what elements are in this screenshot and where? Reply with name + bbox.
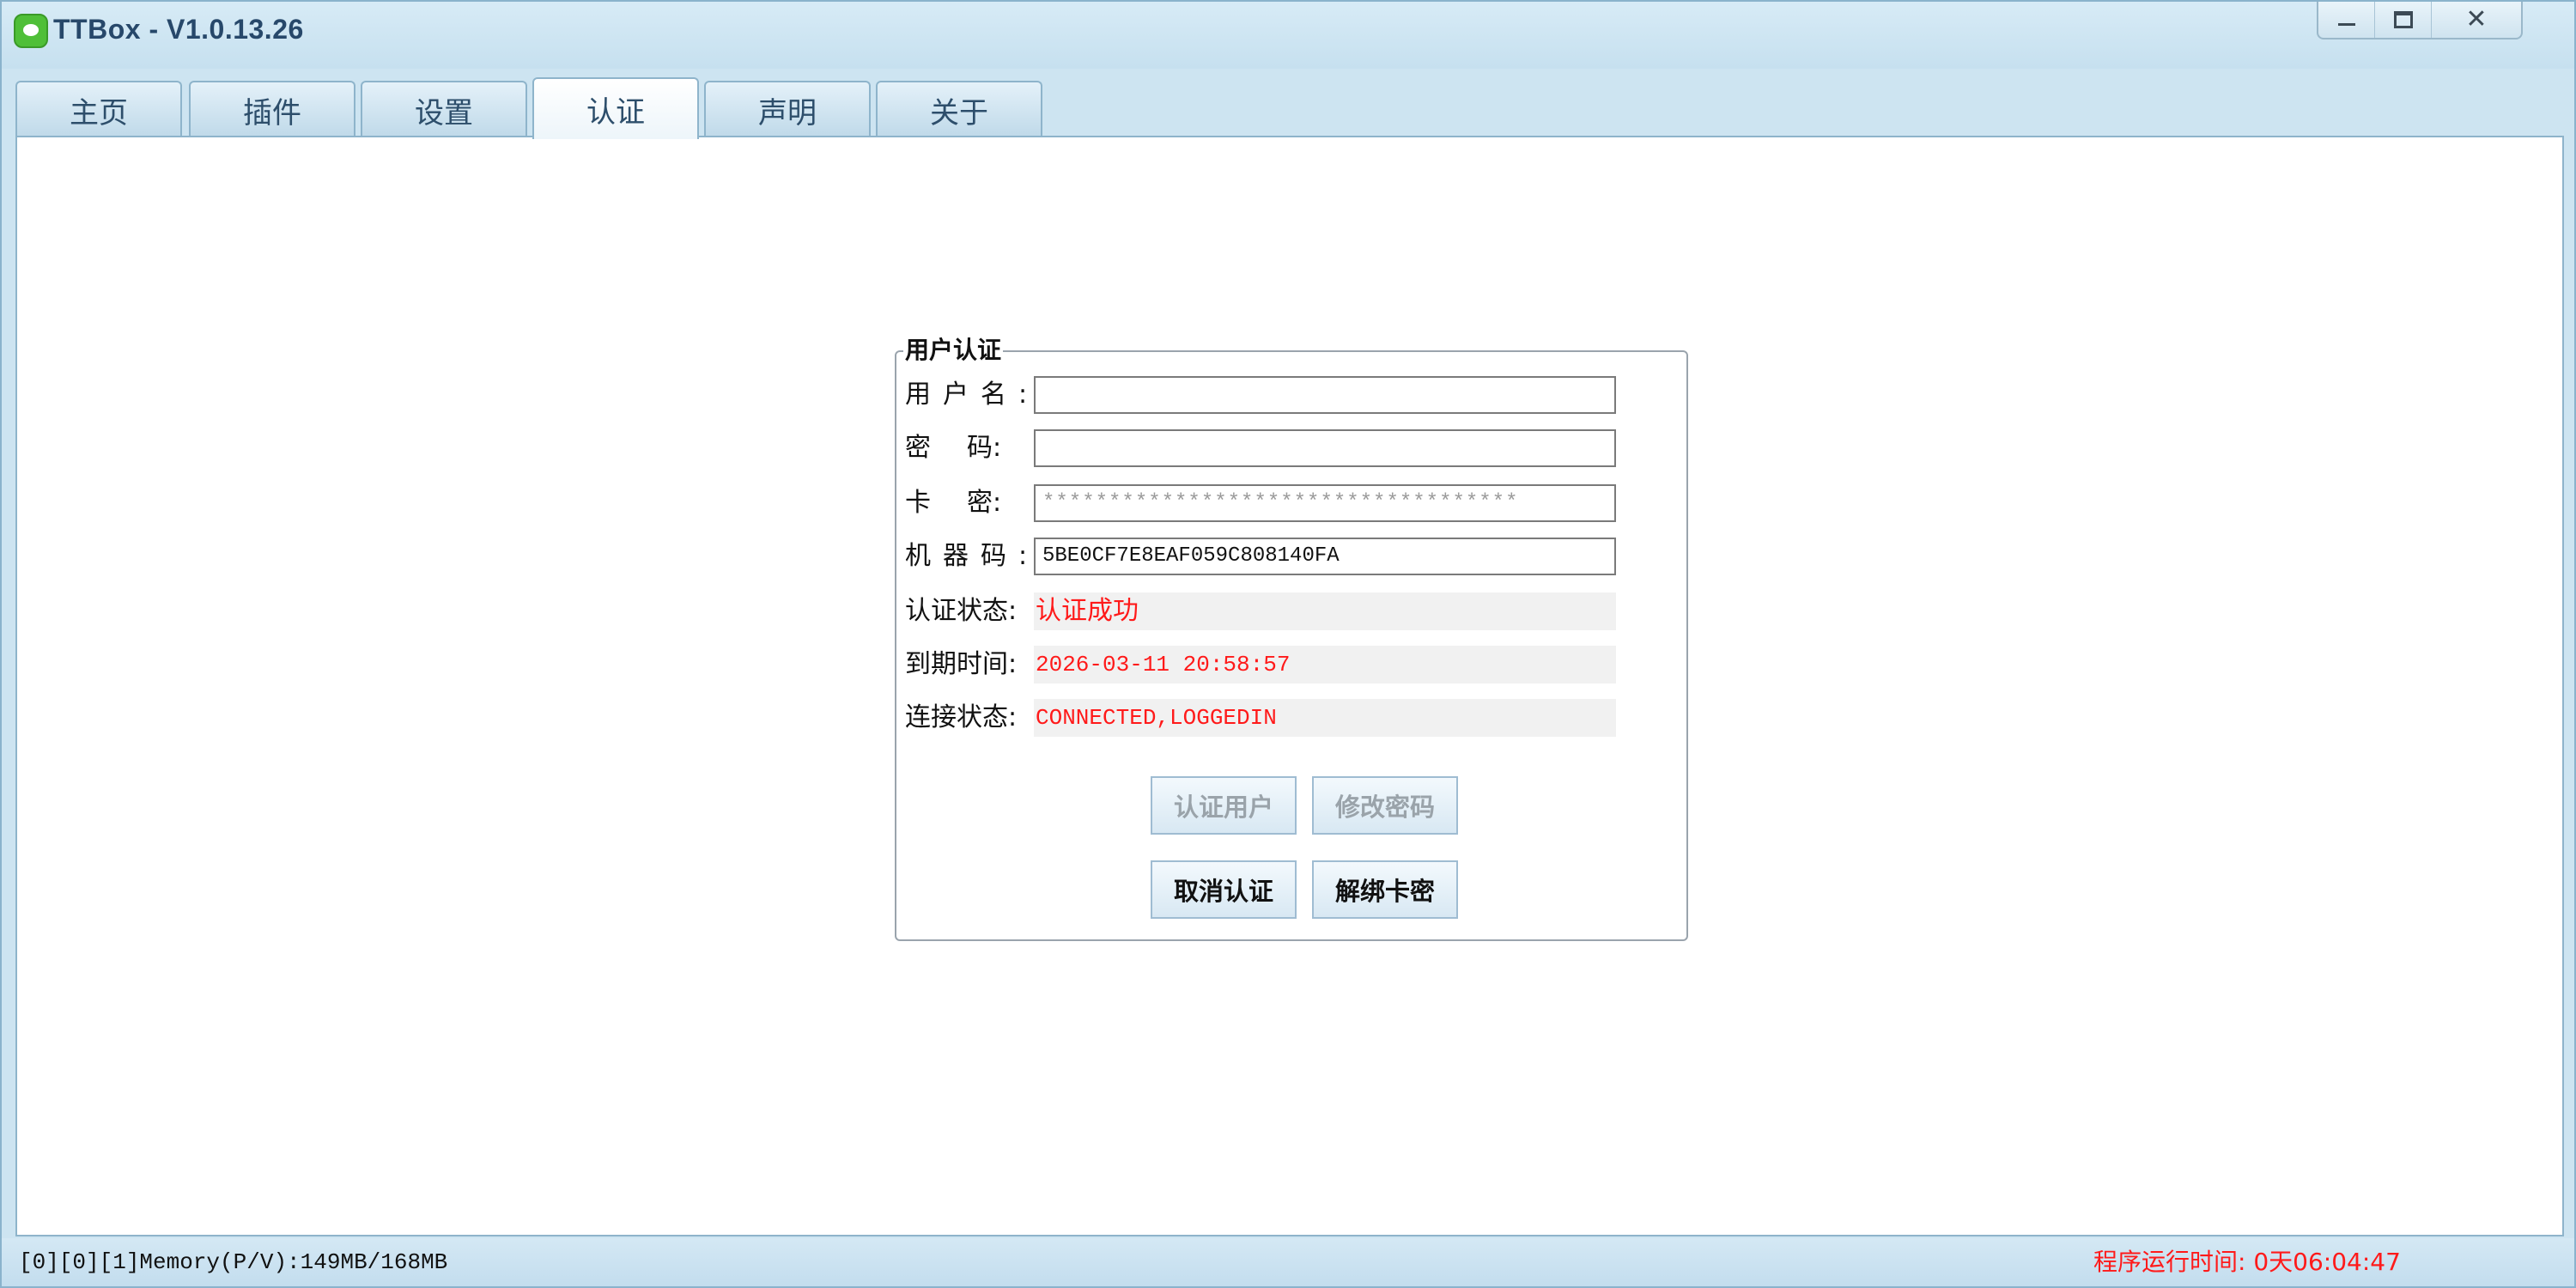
password-label: 密 码:: [905, 431, 1025, 465]
username-label: 用户名:: [905, 380, 1040, 410]
card-key-label-part2: 密:: [967, 488, 1002, 518]
tab-content-panel: 用户认证 用户名: 密 码: 卡 密: **********************…: [15, 136, 2564, 1236]
expire-time-label: 到期时间:: [905, 649, 1018, 679]
username-input[interactable]: [1034, 376, 1616, 414]
maximize-icon: [2393, 11, 2413, 28]
app-window: TTBox - V1.0.13.26 ✕ 主页 插件 设置 认证 声明 关于 用…: [0, 0, 2576, 1288]
card-key-label: 卡 密:: [905, 486, 1025, 520]
tab-statement[interactable]: 声明: [704, 81, 871, 137]
memory-status: [0][0][1]Memory(P/V):149MB/168MB: [19, 1249, 448, 1275]
auth-status-label: 认证状态:: [905, 596, 1018, 626]
tab-plugins[interactable]: 插件: [189, 81, 355, 137]
close-button[interactable]: ✕: [2432, 2, 2521, 38]
tab-settings[interactable]: 设置: [361, 81, 527, 137]
connection-status-label: 连接状态:: [905, 702, 1018, 732]
unbind-card-button[interactable]: 解绑卡密: [1312, 860, 1458, 919]
user-auth-group: 用户认证 用户名: 密 码: 卡 密: **********************…: [895, 333, 1688, 941]
title-bar[interactable]: TTBox - V1.0.13.26 ✕: [2, 2, 2574, 69]
machine-code-label: 机器码:: [905, 541, 1040, 571]
close-icon: ✕: [2465, 4, 2488, 34]
window-title: TTBox - V1.0.13.26: [53, 14, 304, 45]
connection-status-value: CONNECTED,LOGGEDIN: [1034, 699, 1616, 737]
password-label-part2: 码:: [967, 433, 1002, 463]
window-controls: ✕: [2317, 2, 2523, 39]
group-title: 用户认证: [903, 333, 1004, 368]
expire-time-value: 2026-03-11 20:58:57: [1034, 646, 1616, 683]
auth-user-button[interactable]: 认证用户: [1151, 776, 1297, 835]
card-key-label-part1: 卡: [905, 488, 931, 518]
password-input[interactable]: [1034, 429, 1616, 467]
maximize-button[interactable]: [2375, 2, 2432, 38]
tab-home[interactable]: 主页: [15, 81, 182, 137]
minimize-icon: [2337, 22, 2355, 26]
machine-code-input[interactable]: 5BE0CF7E8EAF059C808140FA: [1034, 538, 1616, 575]
tab-auth[interactable]: 认证: [532, 77, 699, 139]
password-label-part1: 密: [905, 433, 931, 463]
status-bar: [0][0][1]Memory(P/V):149MB/168MB 程序运行时间:…: [2, 1238, 2574, 1286]
runtime-status: 程序运行时间: 0天06:04:47: [2093, 1248, 2401, 1276]
auth-status-value: 认证成功: [1034, 592, 1616, 630]
app-logo-icon: [14, 14, 48, 48]
change-password-button[interactable]: 修改密码: [1312, 776, 1458, 835]
card-key-input[interactable]: ************************************: [1034, 484, 1616, 522]
cancel-auth-button[interactable]: 取消认证: [1151, 860, 1297, 919]
minimize-button[interactable]: [2318, 2, 2375, 38]
tab-about[interactable]: 关于: [876, 81, 1042, 137]
tab-bar: 主页 插件 设置 认证 声明 关于: [15, 77, 2557, 139]
